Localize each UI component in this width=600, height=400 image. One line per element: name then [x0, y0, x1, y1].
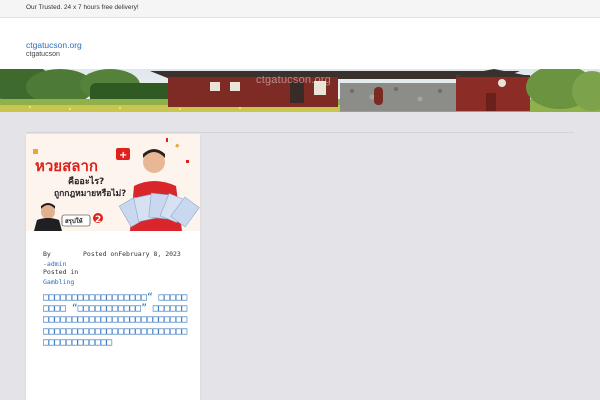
lottery-promo-graphic: หวยสลาก + คืออะไร? ถูกกฎหมายหรือไม่? สรุ…: [26, 134, 200, 231]
post-meta-author: By -admin: [43, 250, 66, 268]
author-link[interactable]: -admin: [43, 260, 66, 268]
top-bar: Our Trusted. 24 x 7 hours free delivery!: [0, 0, 600, 18]
post-date: February 8, 2023: [118, 250, 181, 258]
site-title-link[interactable]: ctgatucson.org: [26, 40, 82, 50]
topbar-text: Our Trusted. 24 x 7 hours free delivery!: [26, 4, 139, 11]
site-tagline: ctgatucson: [26, 51, 60, 58]
post-meta-category: Posted in Gambling: [43, 268, 78, 286]
category-link[interactable]: Gambling: [43, 278, 78, 286]
svg-text:+: +: [119, 150, 127, 161]
promo-brand-text: หวยสลาก: [35, 157, 98, 175]
posted-on-label: Posted on: [83, 250, 119, 258]
posted-in-label: Posted in: [43, 268, 79, 276]
post-card: หวยสลาก + คืออะไร? ถูกกฎหมายหรือไม่? สรุ…: [26, 134, 200, 400]
post-title-link[interactable]: □□□□□□□□□□□□□□□□□□“ □□□□□□□□□ “□□□□□□□□□…: [43, 292, 193, 348]
banner-watermark: ctgatucson.org: [256, 74, 331, 86]
promo-number-tag: 2: [95, 215, 101, 225]
site-header: ctgatucson.org ctgatucson: [0, 18, 600, 69]
content-divider: [26, 132, 574, 133]
promo-headline-2: ถูกกฎหมายหรือไม่?: [54, 188, 126, 199]
by-label: By: [43, 250, 51, 258]
promo-headline-1: คืออะไร?: [68, 175, 104, 187]
promo-badge: สรุปให้: [65, 217, 83, 225]
post-meta-date: Posted onFebruary 8, 2023: [83, 250, 193, 258]
post-featured-image[interactable]: หวยสลาก + คืออะไร? ถูกกฎหมายหรือไม่? สรุ…: [26, 134, 200, 231]
header-banner-image: ctgatucson.org: [0, 69, 600, 112]
main-content: หวยสลาก + คืออะไร? ถูกกฎหมายหรือไม่? สรุ…: [0, 112, 600, 400]
